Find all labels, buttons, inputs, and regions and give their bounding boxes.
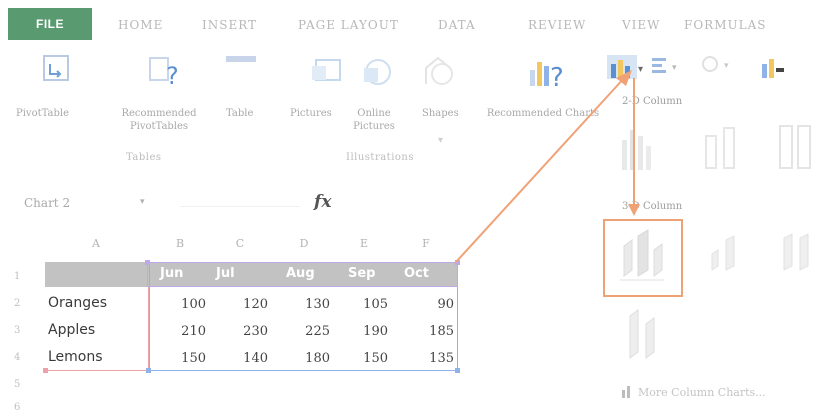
annotation-arrows [455,70,640,263]
